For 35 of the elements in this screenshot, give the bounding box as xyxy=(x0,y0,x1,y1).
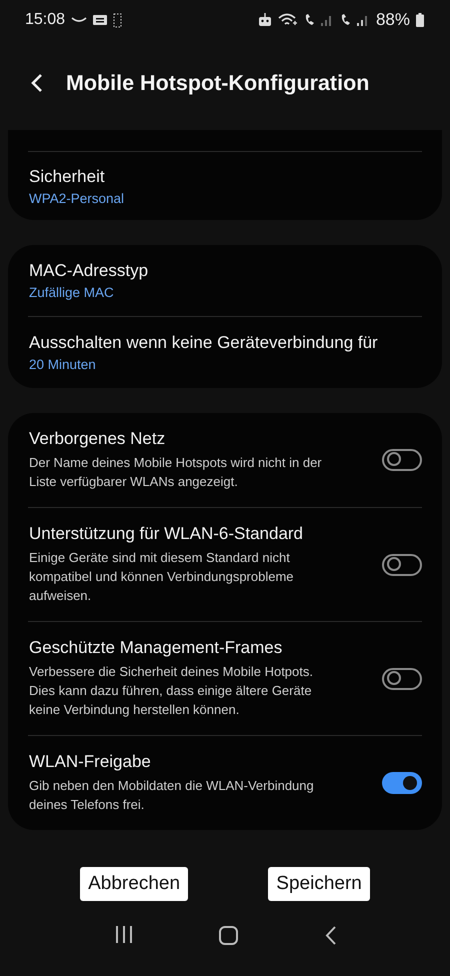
recent-apps-icon[interactable] xyxy=(115,926,134,943)
call-signal-icon xyxy=(340,13,370,27)
clock: 15:08 xyxy=(25,11,66,29)
action-button[interactable]: Speichern xyxy=(268,867,370,901)
smile-icon xyxy=(71,16,88,24)
setting-value: 20 Minuten xyxy=(29,357,97,372)
page-title: Mobile Hotspot-Konfiguration xyxy=(66,70,370,96)
setting-title: Sicherheit xyxy=(29,167,106,187)
battery-level: 88% xyxy=(376,10,410,30)
wifi-icon xyxy=(278,13,298,27)
toggle-switch[interactable] xyxy=(382,449,422,471)
back-icon[interactable] xyxy=(30,73,44,93)
robot-icon xyxy=(258,13,272,27)
toggle-switch[interactable] xyxy=(382,772,422,794)
setting-description: Der Name deines Mobile Hotspots wird nicht in der Liste verfügbarer WLANs angezeigt. xyxy=(29,454,323,491)
setting-description: Gib neben den Mobildaten die WLAN-Verbindung deines Telefons frei. xyxy=(29,777,315,814)
toggle-switch[interactable] xyxy=(382,668,422,690)
toggle-switch[interactable] xyxy=(382,554,422,576)
back-icon[interactable] xyxy=(324,926,337,945)
wifi-call-signal-icon xyxy=(304,13,334,27)
setting-description: Einige Geräte sind mit diesem Standard nicht kompatibel und können Verbindungsprobleme aufweisen. xyxy=(29,549,295,605)
setting-value: WPA2-Personal xyxy=(29,191,126,206)
setting-title: Ausschalten wenn keine Geräteverbindung für xyxy=(29,333,379,353)
card-icon xyxy=(93,15,108,25)
setting-title: WLAN-Freigabe xyxy=(29,752,152,772)
setting-title: Unterstützung für WLAN-6-Standard xyxy=(29,524,304,544)
home-icon[interactable] xyxy=(219,926,238,945)
setting-title: Geschützte Management-Frames xyxy=(29,638,284,658)
battery-icon xyxy=(416,13,424,27)
setting-title: MAC-Adresstyp xyxy=(29,261,150,281)
setting-value: Zufällige MAC xyxy=(29,285,115,300)
setting-title: Verborgenes Netz xyxy=(29,429,166,449)
action-button[interactable]: Abbrechen xyxy=(80,867,188,901)
setting-description: Verbessere die Sicherheit deines Mobile Hotpots. Dies kann dazu führen, dass einige ältere Geräte keine Verbindung herstellen können. xyxy=(29,663,314,719)
screenshot-icon xyxy=(113,12,122,28)
